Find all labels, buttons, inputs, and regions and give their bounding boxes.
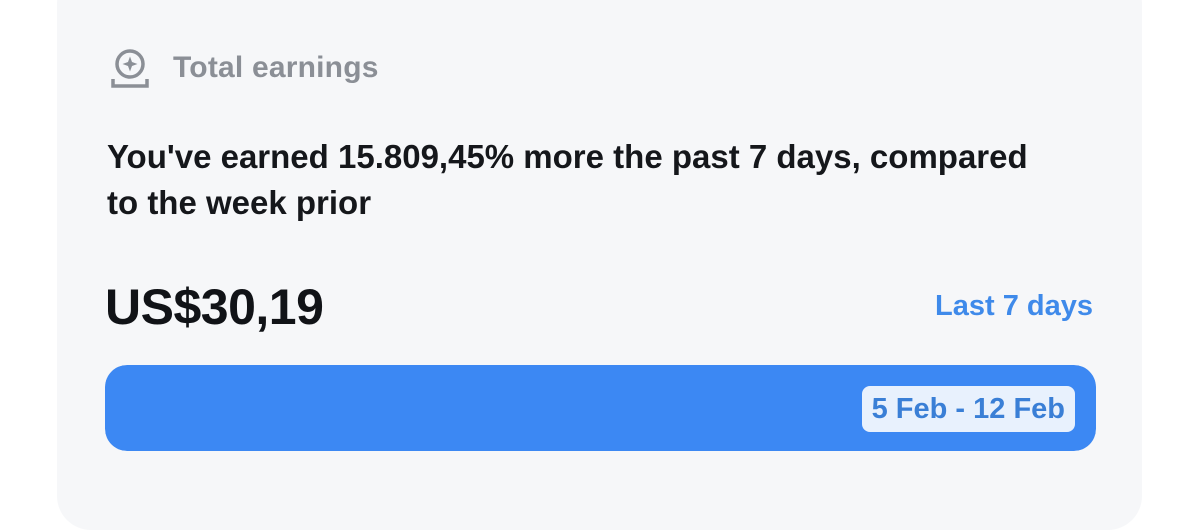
earnings-comparison-message: You've earned 15.809,45% more the past 7… — [107, 138, 1028, 221]
card-header: Total earnings — [107, 46, 379, 90]
earnings-bar: 5 Feb - 12 Feb — [105, 365, 1096, 451]
star-coin-icon — [107, 46, 153, 90]
card-title: Total earnings — [173, 51, 379, 84]
period-selector-link[interactable]: Last 7 days — [935, 290, 1093, 323]
date-range-badge: 5 Feb - 12 Feb — [861, 386, 1075, 432]
total-earnings-amount: US$30,19 — [105, 279, 324, 335]
